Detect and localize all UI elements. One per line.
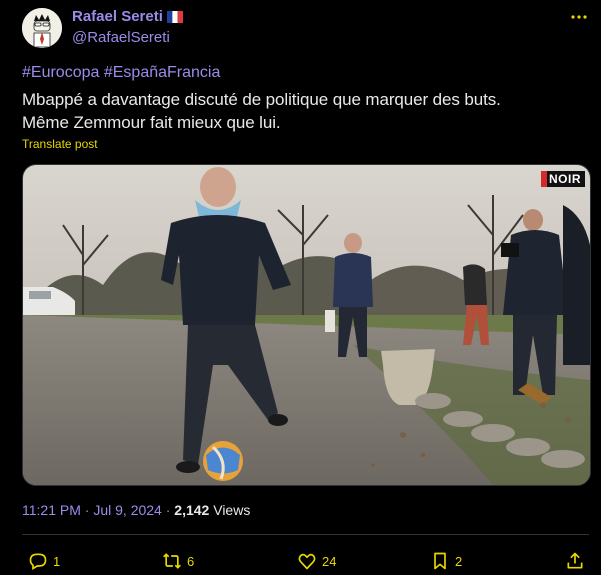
- hashtag-espanafrancia[interactable]: #EspañaFrancia: [104, 64, 221, 81]
- like-count: 24: [322, 553, 337, 569]
- post: Rafael Sereti @RafaelSereti #Eurocopa #E…: [0, 0, 601, 575]
- bookmark-button[interactable]: 2: [430, 550, 462, 572]
- share-icon: [567, 552, 583, 569]
- post-metadata: 11:21 PM · Jul 9, 2024 · 2,142 Views: [22, 502, 250, 518]
- share-button[interactable]: [565, 550, 585, 572]
- repost-icon: [163, 553, 181, 569]
- bookmark-count: 2: [455, 553, 463, 569]
- hashtag-eurocopa[interactable]: #Eurocopa: [22, 64, 99, 81]
- reply-count: 1: [53, 553, 61, 569]
- post-time[interactable]: 11:21 PM: [22, 502, 81, 518]
- more-menu-button[interactable]: [568, 8, 590, 26]
- more-icon: [571, 15, 587, 19]
- divider: [22, 534, 589, 535]
- like-button[interactable]: 24: [297, 550, 336, 572]
- video-watermark: NOIR: [549, 172, 581, 186]
- repost-button[interactable]: 6: [162, 550, 194, 572]
- post-video[interactable]: NOIR: [22, 164, 591, 486]
- post-text-line-1: Mbappé a davantage discuté de politique …: [22, 90, 501, 109]
- reply-icon: [29, 553, 47, 570]
- author-name[interactable]: Rafael Sereti: [72, 8, 183, 25]
- post-text-line-2: Même Zemmour fait mieux que lui.: [22, 113, 281, 132]
- video-frame: [23, 165, 590, 485]
- author-name-text: Rafael Sereti: [72, 8, 163, 25]
- hashtags: #Eurocopa #EspañaFrancia: [22, 64, 220, 82]
- avatar-cartoon-icon: [22, 8, 62, 48]
- post-date[interactable]: Jul 9, 2024: [93, 502, 162, 518]
- avatar[interactable]: [22, 8, 62, 48]
- reply-button[interactable]: 1: [28, 550, 60, 572]
- author-handle[interactable]: @RafaelSereti: [72, 29, 170, 46]
- meta-separator: ·: [84, 502, 90, 518]
- like-icon: [298, 553, 316, 570]
- views-label: Views: [213, 502, 251, 518]
- meta-separator-2: ·: [165, 502, 171, 518]
- bookmark-icon: [434, 552, 446, 570]
- france-flag-icon: [166, 11, 183, 23]
- views-count: 2,142: [174, 502, 210, 518]
- translate-post-link[interactable]: Translate post: [22, 137, 98, 151]
- repost-count: 6: [187, 553, 195, 569]
